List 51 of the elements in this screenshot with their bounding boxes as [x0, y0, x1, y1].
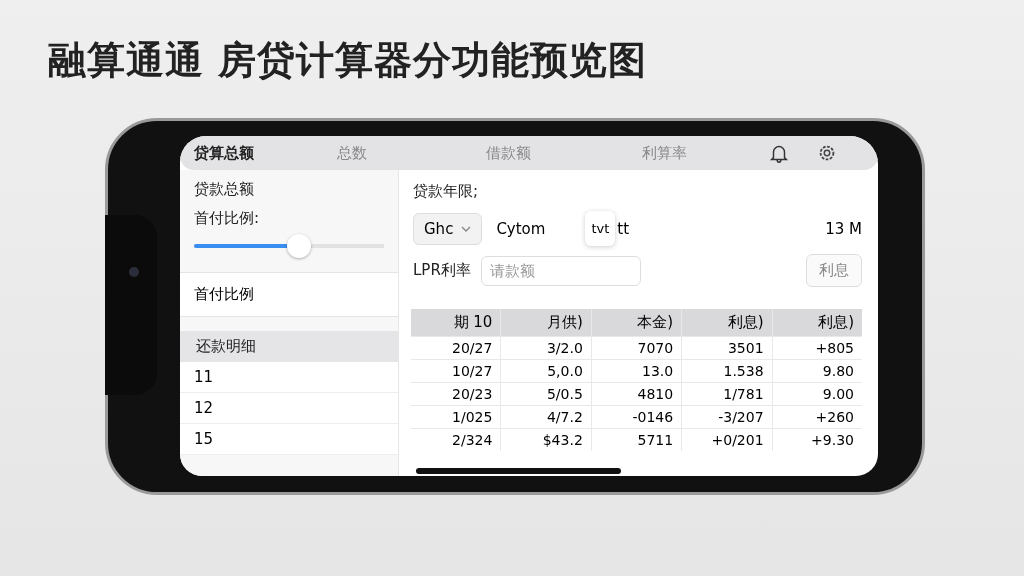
field-label: LPR利率: [412, 261, 471, 280]
column-header: 期 10: [411, 309, 501, 336]
table-cell: 4810: [591, 383, 682, 405]
table-cell: -3/207: [682, 406, 772, 428]
tab[interactable]: 贷算总额: [194, 143, 274, 163]
caret-icon: [461, 225, 472, 232]
table-cell: +805: [772, 337, 862, 359]
list-item[interactable]: 12: [180, 393, 398, 424]
table-cell: -0146: [591, 406, 682, 428]
interest-button[interactable]: 利息: [806, 254, 862, 287]
slider-thumb[interactable]: [286, 234, 311, 258]
field-label: 贷款年限;: [412, 181, 480, 201]
table-cell: 7070: [591, 337, 682, 359]
table-cell: 10/27: [411, 360, 501, 382]
table-cell: 4/7.2: [501, 406, 591, 428]
list-item[interactable]: 11: [180, 362, 398, 393]
table-cell: +0/201: [682, 429, 772, 451]
dropdown[interactable]: Ghc: [413, 212, 483, 245]
table-cell: 13.0: [591, 360, 682, 382]
headline: 融算通通 房贷计算器分功能预览图: [47, 37, 649, 84]
field-label: 首付比例:: [193, 208, 261, 228]
option-label: tt: [617, 219, 630, 238]
table-cell: +260: [772, 406, 862, 428]
table-cell: 9.80: [772, 360, 862, 382]
table-cell: 9.00: [772, 383, 862, 405]
section-header: 还款明细: [180, 331, 398, 362]
table-cell: 5711: [591, 429, 682, 451]
chip-button[interactable]: tvt: [585, 211, 616, 246]
table-cell: 5/0.5: [501, 383, 591, 405]
table-cell: +9.30: [772, 429, 862, 451]
table-cell: 5,0.0: [501, 360, 591, 382]
table-cell: 3501: [682, 337, 772, 359]
table-cell: 3/2.0: [501, 337, 591, 359]
table-cell: 2/324: [411, 429, 501, 451]
camera-icon: [129, 267, 139, 277]
column-header: 利息): [772, 309, 862, 336]
table-cell: 1/025: [411, 406, 501, 428]
setting-row[interactable]: 首付比例: [180, 272, 398, 317]
table-cell: 20/27: [411, 337, 501, 359]
column-header: 本金): [591, 309, 682, 336]
rate-field[interactable]: 请款额: [480, 255, 641, 286]
table-cell: 20/23: [411, 383, 501, 405]
table-cell: $43.2: [501, 429, 591, 451]
option-label: Cytom: [496, 219, 546, 238]
table-cell: 1/781: [682, 383, 772, 405]
column-header: 利息): [682, 309, 772, 336]
field-label: 贷款总额: [193, 179, 255, 199]
column-header: 月供): [501, 309, 591, 336]
list-item[interactable]: 15: [180, 424, 398, 455]
table-cell: 1.538: [682, 360, 772, 382]
term-reading: 13 M: [825, 219, 862, 238]
